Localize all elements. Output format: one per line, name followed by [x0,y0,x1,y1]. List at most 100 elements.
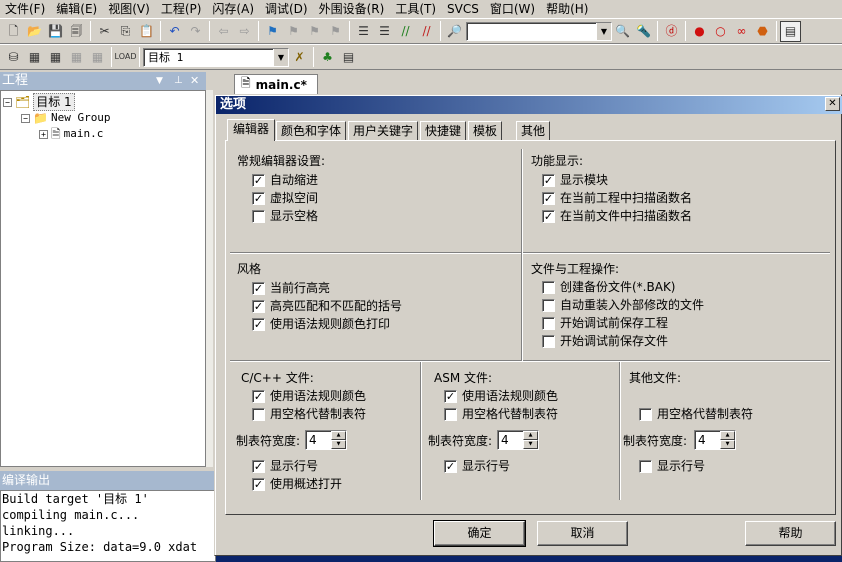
asm-spaces-for-tab-checkbox[interactable]: 用空格代替制表符 [444,407,558,421]
tab-editor[interactable]: 编辑器 [227,119,276,141]
menu-tools[interactable]: 工具(T) [390,0,442,18]
menu-file[interactable]: 文件(F) [0,0,51,18]
print-syntax-colors-checkbox[interactable]: ✓ 使用语法规则颜色打印 [252,317,390,331]
spin-up-icon[interactable]: ▲ [720,431,735,440]
paste-icon[interactable]: 📋 [136,21,157,42]
scan-file-functions-checkbox[interactable]: ✓ 在当前文件中扫描函数名 [542,209,692,223]
cancel-button[interactable]: 取消 [537,521,628,546]
output-panel[interactable]: Build target '目标 1' compiling main.c... li… [0,490,216,562]
chevron-down-icon[interactable]: ▼ [273,48,288,66]
breakpoint-enable-icon[interactable]: ○ [710,21,731,42]
c-syntax-color-checkbox[interactable]: ✓ 使用语法规则颜色 [252,389,366,403]
indent-icon[interactable]: ☰ [353,21,374,42]
collapse-toggle-icon[interactable]: − [21,113,30,123]
spin-down-icon[interactable]: ▼ [331,440,346,449]
bookmark-clear-icon[interactable]: ⚑ [325,21,346,42]
new-file-icon[interactable]: 🗋 [3,21,24,42]
collapse-toggle-icon[interactable]: − [3,97,12,107]
redo-icon[interactable]: ↷ [185,21,206,42]
navigate-forward-icon[interactable]: ⇨ [234,21,255,42]
save-project-before-debug-checkbox[interactable]: 开始调试前保存工程 [542,316,668,330]
save-files-before-debug-checkbox[interactable]: 开始调试前保存文件 [542,334,668,348]
show-modules-checkbox[interactable]: ✓ 显示模块 [542,173,608,187]
open-folder-icon[interactable]: 📂 [24,21,45,42]
other-line-numbers-checkbox[interactable]: 显示行号 [639,459,705,473]
help-button[interactable]: 帮助 [745,521,836,546]
target-options-icon[interactable]: ✗ [289,47,310,68]
c-spaces-for-tab-checkbox[interactable]: 用空格代替制表符 [252,407,366,421]
batch-build-icon[interactable]: ▦ [66,47,87,68]
save-icon[interactable]: 💾 [45,21,66,42]
tree-item-file[interactable]: + 🗎 main.c [39,126,103,142]
translate-icon[interactable]: ⛁ [3,47,24,68]
unindent-icon[interactable]: ☰ [374,21,395,42]
chevron-down-icon[interactable]: ▼ [596,22,611,40]
file-extensions-icon[interactable]: ▤ [338,47,359,68]
window-layout-icon[interactable]: ▤ [780,20,801,42]
editor-tab-main-c[interactable]: 🗎 main.c* [234,74,318,94]
tree-item-group[interactable]: − 📁 New Group [21,110,111,126]
scan-project-functions-checkbox[interactable]: ✓ 在当前工程中扫描函数名 [542,191,692,205]
start-debug-icon[interactable]: ⓓ [661,21,682,42]
highlight-current-line-checkbox[interactable]: ✓ 当前行高亮 [252,281,330,295]
spin-up-icon[interactable]: ▲ [331,431,346,440]
dialog-close-button[interactable]: ✕ [825,97,840,111]
other-tab-size-spinner[interactable]: 4 ▲ ▼ [694,430,736,450]
create-backup-checkbox[interactable]: 创建备份文件(*.BAK) [542,280,676,294]
c-line-numbers-checkbox[interactable]: ✓ 显示行号 [252,459,318,473]
highlight-braces-checkbox[interactable]: ✓ 高亮匹配和不匹配的括号 [252,299,402,313]
find-combo[interactable]: ▼ [466,21,612,41]
save-all-icon[interactable]: 🗐 [66,21,87,42]
asm-syntax-color-checkbox[interactable]: ✓ 使用语法规则颜色 [444,389,558,403]
menu-svcs[interactable]: SVCS [442,0,485,18]
find-icon[interactable]: 🔍 [612,21,633,42]
c-outlining-checkbox[interactable]: ✓ 使用概述打开 [252,477,342,491]
auto-indent-checkbox[interactable]: ✓ 自动缩进 [252,173,318,187]
menu-window[interactable]: 窗口(W) [485,0,541,18]
breakpoint-disable-all-icon[interactable]: ∞ [731,21,752,42]
menu-view[interactable]: 视图(V) [103,0,156,18]
ok-button[interactable]: 确定 [433,520,526,547]
bookmark-next-icon[interactable]: ⚑ [304,21,325,42]
comment-icon[interactable]: // [395,21,416,42]
rebuild-icon[interactable]: ▦ [45,47,66,68]
tab-shortcut-keys[interactable]: 快捷键 [420,121,467,140]
show-whitespace-checkbox[interactable]: 显示空格 [252,209,318,223]
spin-down-icon[interactable]: ▼ [523,440,538,449]
menu-edit[interactable]: 编辑(E) [51,0,103,18]
menu-project[interactable]: 工程(P) [156,0,208,18]
navigate-back-icon[interactable]: ⇦ [213,21,234,42]
tree-item-target[interactable]: − 🗂 目标 1 [3,93,75,111]
find-in-files-icon[interactable]: 🔎 [444,21,465,42]
dialog-title-bar[interactable]: 选项 [216,96,842,114]
spin-down-icon[interactable]: ▼ [720,440,735,449]
tab-user-keywords[interactable]: 用户关键字 [348,121,419,140]
incremental-find-icon[interactable]: 🔦 [633,21,654,42]
menu-help[interactable]: 帮助(H) [541,0,594,18]
menu-peripherals[interactable]: 外围设备(R) [314,0,391,18]
asm-tab-size-spinner[interactable]: 4 ▲ ▼ [497,430,539,450]
uncomment-icon[interactable]: // [416,21,437,42]
c-tab-size-spinner[interactable]: 4 ▲ ▼ [305,430,347,450]
chevron-down-icon[interactable]: ▼ [156,72,163,90]
target-select[interactable]: 目标 1 ▼ [143,47,289,67]
close-icon[interactable]: ✕ [190,72,199,90]
asm-line-numbers-checkbox[interactable]: ✓ 显示行号 [444,459,510,473]
build-icon[interactable]: ▦ [24,47,45,68]
tab-colors-fonts[interactable]: 颜色和字体 [276,121,347,140]
bookmark-prev-icon[interactable]: ⚑ [283,21,304,42]
tab-templates[interactable]: 模板 [468,121,503,140]
menu-debug[interactable]: 调试(D) [260,0,314,18]
copy-icon[interactable]: ⎘ [115,21,136,42]
download-load-icon[interactable]: LOAD [115,47,137,68]
stop-build-icon[interactable]: ▦ [87,47,108,68]
spin-up-icon[interactable]: ▲ [523,431,538,440]
menu-flash[interactable]: 闪存(A) [207,0,260,18]
cut-icon[interactable]: ✂ [94,21,115,42]
breakpoint-kill-all-icon[interactable]: ⬣ [752,21,773,42]
bookmark-toggle-icon[interactable]: ⚑ [262,21,283,42]
tab-other[interactable]: 其他 [516,121,551,140]
pin-icon[interactable]: ⊥ [174,72,183,90]
other-spaces-for-tab-checkbox[interactable]: 用空格代替制表符 [639,407,753,421]
manage-components-icon[interactable]: ♣ [317,47,338,68]
